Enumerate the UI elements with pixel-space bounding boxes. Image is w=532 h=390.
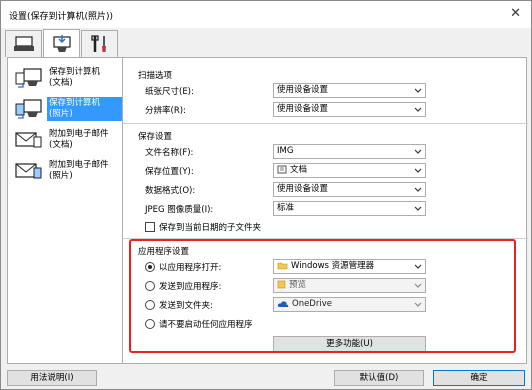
tab-scan[interactable] bbox=[5, 30, 42, 57]
paper-size-select[interactable]: 使用设备设置 bbox=[273, 83, 426, 98]
filename-input[interactable]: IMG bbox=[273, 144, 426, 159]
paper-size-value: 使用设备设置 bbox=[277, 85, 329, 95]
chevron-down-icon bbox=[414, 88, 422, 93]
documents-folder-icon bbox=[277, 165, 287, 174]
save-location-select[interactable]: 文档 bbox=[273, 163, 426, 178]
resolution-value: 使用设备设置 bbox=[277, 104, 329, 114]
mode-list: 保存到计算机 (文档) 保存到计算机 (照片) 附加到电子邮件 (文档) 附加到… bbox=[7, 57, 129, 364]
window-title: 设置(保存到计算机(照片)) bbox=[9, 12, 114, 22]
nav-item-email-photo[interactable]: 附加到电子邮件 (照片) bbox=[10, 157, 128, 188]
nav-label-email-photo: 附加到电子邮件 (照片) bbox=[49, 160, 109, 181]
jpeg-quality-select[interactable]: 标准 bbox=[273, 201, 426, 216]
save-settings-title: 保存设置 bbox=[138, 132, 173, 142]
scan-options-title: 扫描选项 bbox=[138, 71, 173, 81]
nav-label-save-photo: 保存到计算机 (照片) bbox=[47, 97, 129, 121]
chevron-down-icon bbox=[414, 168, 422, 173]
tab-save[interactable] bbox=[43, 29, 80, 58]
settings-dialog: 设置(保存到计算机(照片)) ✕ 保存到计算机 (文档) 保存到计算机 (照片)… bbox=[0, 0, 532, 390]
jpeg-quality-label: JPEG 图像质量(I): bbox=[145, 205, 214, 215]
nav-label-save-document: 保存到计算机 (文档) bbox=[49, 67, 101, 88]
nav-item-email-document[interactable]: 附加到电子邮件 (文档) bbox=[10, 126, 128, 157]
section-divider bbox=[123, 123, 528, 124]
subfolder-checkbox[interactable] bbox=[145, 222, 155, 232]
ok-button[interactable]: 确定 bbox=[433, 370, 525, 386]
chevron-down-icon bbox=[414, 149, 422, 154]
nav-item-save-document[interactable]: 保存到计算机 (文档) bbox=[10, 64, 128, 95]
data-format-value: 使用设备设置 bbox=[277, 184, 329, 194]
paper-size-label: 纸张尺寸(E): bbox=[145, 87, 194, 97]
nav-label-email-document: 附加到电子邮件 (文档) bbox=[49, 129, 109, 150]
defaults-button[interactable]: 默认值(D) bbox=[334, 370, 424, 386]
help-button[interactable]: 用法说明(I) bbox=[7, 370, 97, 386]
email-photo-icon bbox=[15, 163, 42, 179]
nav-item-save-photo[interactable]: 保存到计算机 (照片) bbox=[10, 95, 129, 126]
save-to-computer-icon bbox=[52, 35, 71, 52]
jpeg-quality-value: 标准 bbox=[277, 203, 295, 213]
close-icon[interactable]: ✕ bbox=[510, 6, 521, 21]
save-location-label: 保存位置(Y): bbox=[145, 167, 194, 177]
tools-icon bbox=[90, 35, 106, 52]
button-bar: 用法说明(I) 默认值(D) 确定 bbox=[1, 367, 531, 390]
filename-value: IMG bbox=[277, 146, 294, 156]
title-bar: 设置(保存到计算机(照片)) ✕ bbox=[1, 1, 531, 28]
chevron-down-icon bbox=[414, 187, 422, 192]
computer-document-icon bbox=[15, 68, 42, 88]
resolution-select[interactable]: 使用设备设置 bbox=[273, 102, 426, 117]
resolution-label: 分辨率(R): bbox=[145, 106, 186, 116]
highlight-frame bbox=[129, 239, 516, 353]
email-document-icon bbox=[15, 132, 42, 148]
computer-photo-icon bbox=[15, 99, 42, 119]
tab-tools[interactable] bbox=[81, 30, 118, 57]
data-format-select[interactable]: 使用设备设置 bbox=[273, 182, 426, 197]
subfolder-label: 保存到当前日期的子文件夹 bbox=[159, 223, 262, 233]
chevron-down-icon bbox=[414, 206, 422, 211]
save-location-value: 文档 bbox=[290, 165, 308, 175]
data-format-label: 数据格式(O): bbox=[145, 186, 196, 196]
scanner-icon bbox=[13, 36, 34, 51]
filename-label: 文件名称(F): bbox=[145, 148, 194, 158]
chevron-down-icon bbox=[414, 107, 422, 112]
